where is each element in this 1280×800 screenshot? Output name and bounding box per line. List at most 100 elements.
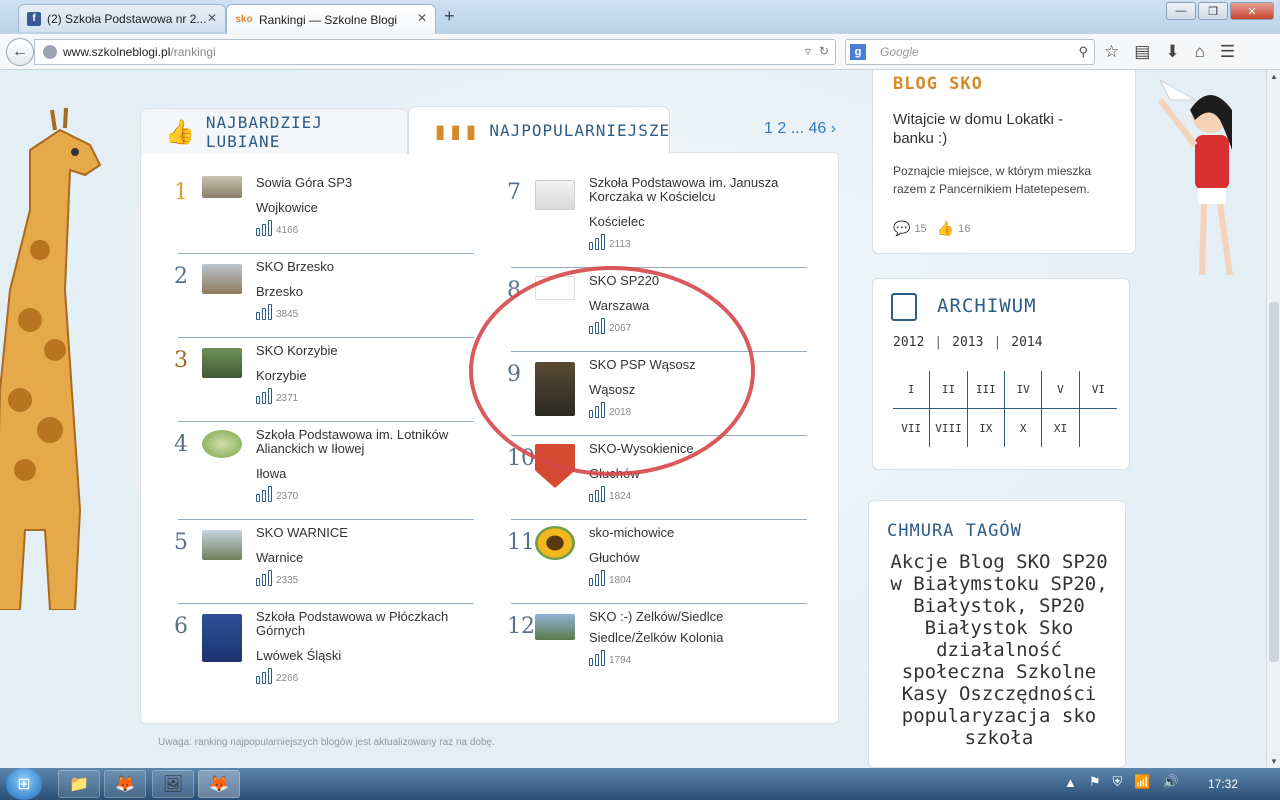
blog-name[interactable]: Szkoła Podstawowa w Płóczkach Górnych [256, 610, 476, 638]
blog-name[interactable]: SKO WARNICE [256, 526, 476, 540]
blog-city: Brzesko [256, 284, 303, 299]
scroll-up-icon[interactable]: ▲ [1269, 72, 1279, 81]
page-scrollbar[interactable]: ▲ ▼ [1266, 70, 1280, 768]
blog-thumbnail[interactable] [535, 526, 575, 560]
start-button[interactable]: ⊞ [6, 768, 42, 800]
ranking-entry[interactable]: 4 Szkoła Podstawowa im. Lotników Alianck… [160, 422, 474, 520]
volume-icon[interactable]: 🔊 [1162, 774, 1178, 790]
month-link[interactable]: VIII [930, 409, 968, 447]
blog-thumbnail[interactable] [535, 614, 575, 640]
year-separator: | [934, 335, 943, 350]
dropdown-icon[interactable]: ▿ [805, 44, 811, 58]
explorer-taskbar-icon[interactable]: 📁 [58, 770, 100, 798]
minimize-button[interactable]: — [1166, 2, 1196, 20]
page-link-2[interactable]: 2 [777, 120, 786, 137]
blog-name[interactable]: SKO Korzybie [256, 344, 476, 358]
blog-thumbnail[interactable] [202, 530, 242, 560]
pagination: 1 2 ... 46 › [764, 120, 836, 138]
app-taskbar-icon[interactable]: 🖼 [152, 770, 194, 798]
ranking-entry[interactable]: 12 SKO :-) Zelków/Siedlce Siedlce/Żelków… [493, 604, 805, 688]
search-icon[interactable]: ⚲ [1078, 44, 1088, 60]
month-link[interactable]: V [1042, 371, 1080, 409]
blog-name[interactable]: Szkoła Podstawowa im. Janusza Korczaka w… [589, 176, 809, 204]
month-link[interactable]: XI [1042, 409, 1080, 447]
bookmark-star-icon[interactable]: ☆ [1104, 42, 1119, 62]
search-input[interactable]: g Google ⚲ [845, 39, 1095, 65]
blog-name[interactable]: Szkoła Podstawowa im. Lotników Alianckic… [256, 428, 476, 456]
blog-city: Głuchów [589, 550, 640, 565]
page-link-1[interactable]: 1 [764, 120, 773, 137]
tab-most-popular[interactable]: ▮▮▮ NAJPOPULARNIEJSZE [408, 106, 670, 154]
bookmarks-list-icon[interactable]: ▤ [1134, 42, 1150, 62]
tag-cloud[interactable]: Akcje Blog SKO SP20 w Białymstoku SP20, … [879, 551, 1119, 749]
bar-chart-icon [256, 486, 272, 502]
popularity-count: 1824 [609, 491, 632, 502]
close-window-button[interactable]: ✕ [1230, 2, 1274, 20]
tab-most-liked[interactable]: 👍 NAJBARDZIEJ LUBIANE [140, 108, 408, 154]
firefox-taskbar-icon[interactable]: 🦊 [104, 770, 146, 798]
month-link[interactable]: III [967, 371, 1005, 409]
ranking-note: Uwaga: ranking najpopularniejszych blogó… [158, 737, 495, 748]
security-icon[interactable]: ⛨ [1113, 774, 1123, 790]
month-link[interactable]: II [930, 371, 968, 409]
blog-name[interactable]: SKO :-) Zelków/Siedlce [589, 610, 809, 624]
ranking-entry[interactable]: 7 Szkoła Podstawowa im. Janusza Korczaka… [493, 170, 807, 268]
ranking-entry[interactable]: 11 sko-michowice Głuchów 1804 [493, 520, 807, 604]
new-tab-button[interactable]: + [444, 6, 455, 27]
popularity-stat: 4166 [256, 220, 298, 236]
blog-post-meta: 💬 15 👍 16 [893, 220, 970, 237]
month-link[interactable]: I [893, 371, 931, 409]
month-link[interactable]: IV [1004, 371, 1043, 409]
close-tab-icon[interactable]: ✕ [417, 11, 427, 25]
year-link[interactable]: 2014 [1011, 335, 1042, 350]
year-link[interactable]: 2012 [893, 335, 924, 350]
month-link[interactable]: VI [1079, 371, 1117, 409]
home-icon[interactable]: ⌂ [1195, 42, 1205, 62]
year-link[interactable]: 2013 [952, 335, 983, 350]
tab-rankingi[interactable]: sko Rankingi — Szkolne Blogi ✕ [226, 4, 436, 34]
page-link-last[interactable]: 46 [809, 120, 827, 137]
blog-thumbnail[interactable] [202, 614, 242, 662]
back-button[interactable]: ← [6, 38, 34, 66]
reload-icon[interactable]: ↻ [819, 44, 829, 58]
restore-button[interactable]: ❐ [1198, 2, 1228, 20]
popularity-stat: 2266 [256, 668, 298, 684]
url-path: /rankingi [170, 45, 216, 59]
bar-chart-icon [256, 304, 272, 320]
tab-facebook[interactable]: f (2) Szkoła Podstawowa nr 2... ✕ [18, 4, 226, 32]
blog-thumbnail[interactable] [202, 176, 242, 198]
download-icon[interactable]: ⬇ [1165, 42, 1179, 62]
blog-thumbnail[interactable] [202, 264, 242, 294]
firefox-window-taskbar-icon[interactable]: 🦊 [198, 770, 240, 798]
tab-most-liked-label: NAJBARDZIEJ LUBIANE [205, 112, 323, 151]
google-icon[interactable]: g [850, 44, 866, 60]
show-hidden-icons-icon[interactable]: ▲ [1064, 775, 1077, 790]
clock[interactable]: 17:32 [1208, 777, 1238, 791]
ranking-entry[interactable]: 5 SKO WARNICE Warnice 2335 [160, 520, 474, 604]
comment-count: 15 [914, 222, 927, 235]
month-link[interactable]: X [1005, 409, 1043, 447]
blog-thumbnail[interactable] [202, 348, 242, 378]
blog-thumbnail[interactable] [202, 430, 242, 458]
next-page-icon[interactable]: › [831, 120, 836, 137]
month-link[interactable]: VII [893, 409, 931, 447]
url-bar[interactable]: www.szkolneblogi.pl/rankingi ▿ ↻ [34, 39, 836, 65]
blog-name[interactable]: SKO Brzesko [256, 260, 476, 274]
rank-number: 11 [507, 530, 535, 555]
scroll-down-icon[interactable]: ▼ [1269, 757, 1279, 766]
ranking-entry[interactable]: 3 SKO Korzybie Korzybie 2371 [160, 338, 474, 422]
close-tab-icon[interactable]: ✕ [207, 11, 217, 25]
blog-thumbnail[interactable] [535, 180, 575, 210]
scrollbar-thumb[interactable] [1269, 302, 1279, 662]
ranking-entry[interactable]: 1 Sowia Góra SP3 Wojkowice 4166 [160, 170, 474, 254]
blog-name[interactable]: sko-michowice [589, 526, 809, 540]
network-icon[interactable]: 📶 [1134, 774, 1150, 790]
menu-icon[interactable]: ☰ [1220, 42, 1235, 62]
ranking-entry[interactable]: 2 SKO Brzesko Brzesko 3845 [160, 254, 474, 338]
flag-icon[interactable]: ⚑ [1089, 774, 1101, 790]
month-link[interactable]: IX [968, 409, 1005, 447]
ranking-entry[interactable]: 6 Szkoła Podstawowa w Płóczkach Górnych … [160, 604, 472, 688]
bar-chart-icon [256, 388, 272, 404]
blog-name[interactable]: Sowia Góra SP3 [256, 176, 476, 190]
blog-post-title[interactable]: Witajcie w domu Lokatki - banku :) [893, 110, 1103, 148]
